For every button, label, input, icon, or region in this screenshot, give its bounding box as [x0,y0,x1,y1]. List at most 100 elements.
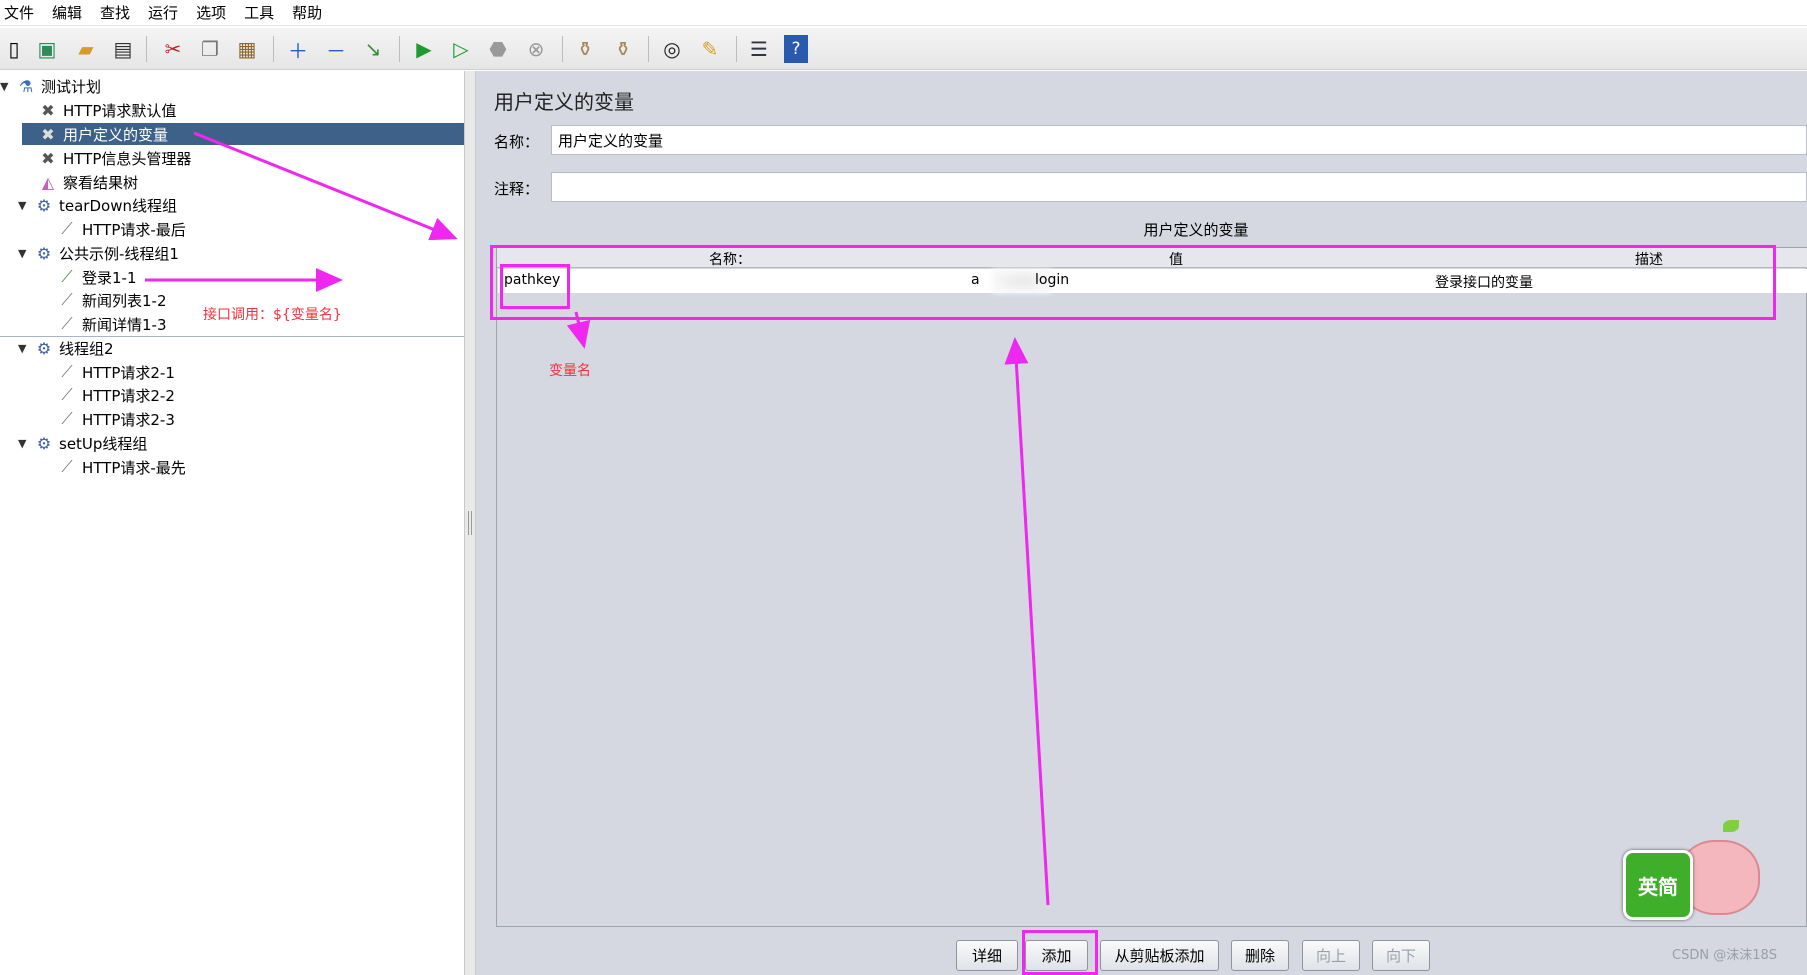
clear-icon[interactable]: ⚱ [571,35,599,63]
tree-item-label: 线程组2 [59,339,114,358]
expand-toggle-icon[interactable]: ▼ [0,80,14,93]
thread-group-icon: ⚙ [36,338,52,358]
tree-item-results-tree[interactable]: ◭ 察看结果树 [22,171,142,193]
splitter-grip[interactable] [468,511,472,535]
toolbar-separator [562,36,563,62]
toggle-icon[interactable]: ↘ [359,35,387,63]
toolbar-separator [146,36,147,62]
expand-toggle-icon[interactable]: ▼ [18,437,32,450]
tree-item-label: 新闻详情1-3 [82,315,167,334]
var-name-highlight-box [500,264,570,309]
sampler-icon: ⟋ [61,219,73,238]
tree-item-login[interactable]: ⟋ 登录1-1 [55,266,141,288]
comment-label: 注释： [494,180,540,198]
move-down-button[interactable]: 向下 [1372,940,1430,971]
jmeter-window: 文件 编辑 查找 运行 选项 工具 帮助 ▯ ▣ ▰ ▤ ✂ ❐ ▦ ＋ － ↘… [0,0,1807,975]
var-name-annotation: 变量名 [549,363,591,379]
tree-item-http-2-1[interactable]: ⟋ HTTP请求2-1 [55,361,179,383]
start-no-pause-icon[interactable]: ▷ [447,35,475,63]
tree-item-label: 新闻列表1-2 [82,291,167,310]
reset-search-icon[interactable]: ✎ [696,35,724,63]
test-plan-icon: ⚗ [18,76,34,96]
menu-file[interactable]: 文件 [2,2,36,23]
menu-options[interactable]: 选项 [194,2,228,23]
thread-group-icon: ⚙ [36,433,52,453]
clear-all-icon[interactable]: ⚱ [609,35,637,63]
tree-item-label: HTTP请求-最先 [82,458,186,477]
tree-item-header-manager[interactable]: ✖ HTTP信息头管理器 [22,147,195,169]
tree-item-http-defaults[interactable]: ✖ HTTP请求默认值 [22,99,180,121]
tree-item-news-detail[interactable]: ⟋ 新闻详情1-3 [55,313,171,335]
start-icon[interactable]: ▶ [410,35,438,63]
function-helper-icon[interactable]: ☰ [745,35,773,63]
help-icon[interactable]: ? [784,35,808,63]
tree-item-http-first[interactable]: ⟋ HTTP请求-最先 [55,456,190,478]
comment-field[interactable] [551,172,1807,202]
expand-toggle-icon[interactable]: ▼ [18,199,32,212]
tree-item-teardown-group[interactable]: ▼ ⚙ tearDown线程组 [18,194,181,216]
tree-item-label: HTTP请求2-2 [82,386,175,405]
tree-item-test-plan[interactable]: ▼ ⚗ 测试计划 [0,75,105,97]
stop-icon[interactable]: ⬣ [484,35,512,63]
tree-item-label: 用户定义的变量 [63,125,169,144]
open-icon[interactable]: ▰ [72,35,100,63]
split-pane-divider[interactable] [464,71,476,975]
toolbar: ▯ ▣ ▰ ▤ ✂ ❐ ▦ ＋ － ↘ ▶ ▷ ⬣ ⊗ ⚱ ⚱ ◎ ✎ ☰ ? [0,28,1807,70]
sampler-icon: ⟋ [61,409,73,428]
add-from-clipboard-button[interactable]: 从剪贴板添加 [1100,940,1219,971]
tree-item-thread-group-2[interactable]: ▼ ⚙ 线程组2 [18,337,118,359]
sampler-icon: ⟋ [61,385,73,404]
watermark: CSDN @沫沫18S [1672,948,1777,963]
cut-icon[interactable]: ✂ [159,35,187,63]
thread-group-icon: ⚙ [36,195,52,215]
thread-group-icon: ⚙ [36,243,52,263]
shutdown-icon[interactable]: ⊗ [522,35,550,63]
config-icon: ✖ [41,124,55,144]
tree-item-http-last[interactable]: ⟋ HTTP请求-最后 [55,218,190,240]
name-label: 名称： [494,133,540,151]
menu-search[interactable]: 查找 [98,2,132,23]
ime-widget[interactable]: 英简 [1623,820,1768,925]
search-icon[interactable]: ◎ [658,35,686,63]
menu-edit[interactable]: 编辑 [50,2,84,23]
table-highlight-box [490,245,1776,320]
tree-item-http-2-2[interactable]: ⟋ HTTP请求2-2 [55,384,179,406]
tree-item-label: HTTP请求默认值 [63,101,177,120]
tree-item-setup-group[interactable]: ▼ ⚙ setUp线程组 [18,432,151,454]
copy-icon[interactable]: ❐ [196,35,224,63]
tree-item-http-2-3[interactable]: ⟋ HTTP请求2-3 [55,408,179,430]
paste-icon[interactable]: ▦ [233,35,261,63]
move-up-button[interactable]: 向上 [1302,940,1360,971]
delete-button[interactable]: 删除 [1231,940,1289,971]
tree-item-label: 察看结果树 [63,173,139,192]
new-icon[interactable]: ▯ [0,35,28,63]
save-icon[interactable]: ▤ [109,35,137,63]
menu-run[interactable]: 运行 [146,2,180,23]
tree-item-user-variables[interactable]: ✖ 用户定义的变量 [22,123,464,145]
menu-help[interactable]: 帮助 [290,2,324,23]
tree-item-label: 测试计划 [41,77,102,96]
tree-item-news-list[interactable]: ⟋ 新闻列表1-2 [55,289,171,311]
detail-button[interactable]: 详细 [956,940,1018,971]
sampler-icon: ⟋ [61,457,73,476]
tree-item-label: HTTP请求-最后 [82,220,186,239]
sampler-icon: ⟋ [61,314,73,333]
tree-item-label: 公共示例-线程组1 [59,244,179,263]
tree-item-thread-group-1[interactable]: ▼ ⚙ 公共示例-线程组1 [18,242,183,264]
toolbar-separator [736,36,737,62]
name-field[interactable]: 用户定义的变量 [551,125,1807,155]
expand-toggle-icon[interactable]: ▼ [18,247,32,260]
menu-tools[interactable]: 工具 [242,2,276,23]
tree-item-label: HTTP请求2-3 [82,410,175,429]
call-hint-annotation: 接口调用：${变量名} [203,307,342,323]
tree-item-label: HTTP信息头管理器 [63,149,192,168]
expand-toggle-icon[interactable]: ▼ [18,342,32,355]
listener-icon: ◭ [41,172,55,192]
templates-icon[interactable]: ▣ [33,35,61,63]
tree-item-label: HTTP请求2-1 [82,363,175,382]
expand-icon[interactable]: ＋ [284,35,312,63]
section-title: 用户定义的变量 [1143,221,1249,239]
ime-mode-badge[interactable]: 英简 [1623,850,1693,920]
leaf-icon [1723,820,1739,832]
collapse-icon[interactable]: － [322,35,350,63]
